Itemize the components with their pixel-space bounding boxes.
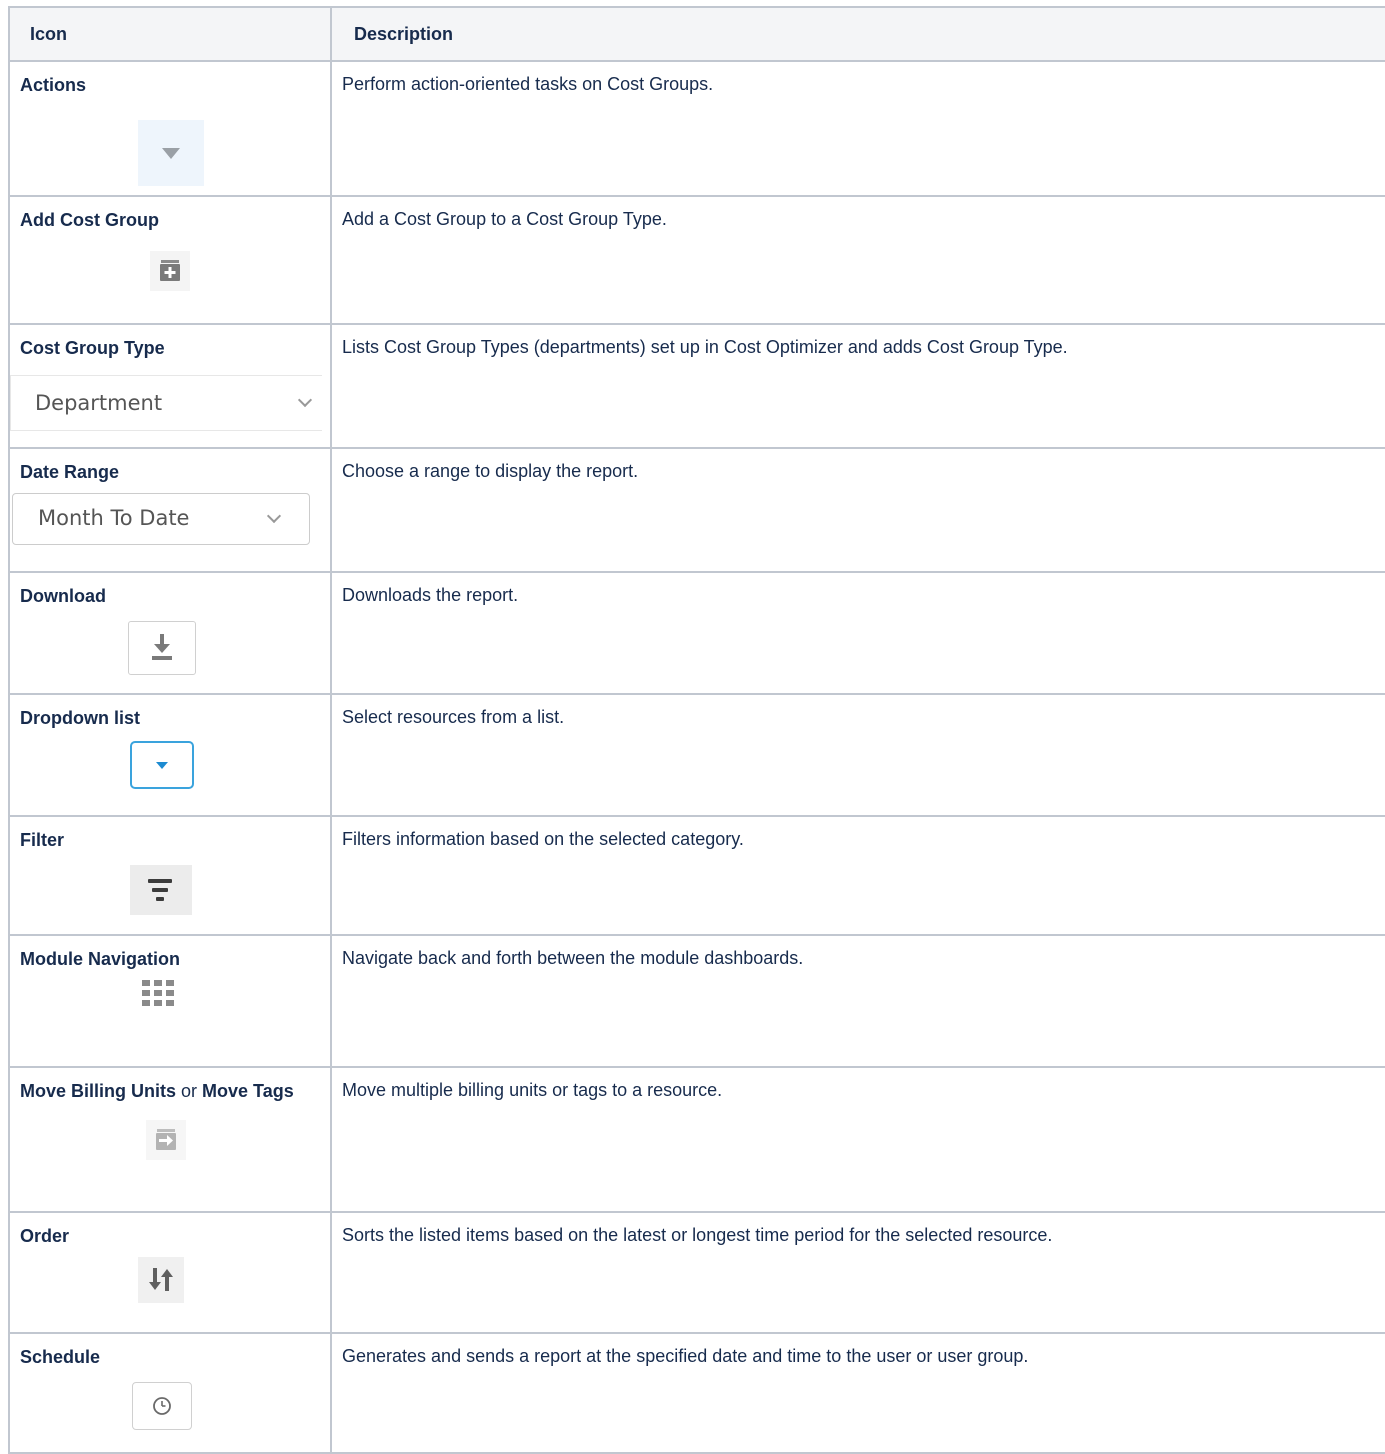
- row-description: Choose a range to display the report.: [330, 447, 1385, 573]
- table-row: Download Downloads the report.: [8, 571, 1385, 695]
- sort-icon[interactable]: [138, 1257, 184, 1303]
- download-icon[interactable]: [128, 621, 196, 675]
- table-row: Cost Group Type Department Lists Cost Gr…: [8, 323, 1385, 449]
- table-row: Dropdown list Select resources from a li…: [8, 693, 1385, 817]
- table-row: Filter Filters information based on the …: [8, 815, 1385, 936]
- row-description: Move multiple billing units or tags to a…: [330, 1066, 1385, 1213]
- table-header-row: Icon Description: [8, 6, 1385, 62]
- label-move-billing-units: Move Billing Units: [20, 1081, 177, 1101]
- dropdown-caret-icon[interactable]: [130, 741, 194, 789]
- row-label-filter: Filter: [20, 830, 65, 850]
- grid-icon[interactable]: [142, 980, 178, 1014]
- row-label-dropdown-list: Dropdown list: [20, 708, 140, 728]
- table-row: Add Cost Group Add a Cost Group to a Cos…: [8, 195, 1385, 325]
- row-label-actions: Actions: [20, 75, 87, 95]
- row-description: Select resources from a list.: [330, 693, 1385, 817]
- cost-group-type-select[interactable]: Department: [10, 375, 322, 431]
- select-value: Department: [35, 391, 163, 415]
- clock-icon[interactable]: [132, 1382, 192, 1430]
- row-label-download: Download: [20, 586, 106, 606]
- date-range-select[interactable]: Month To Date: [12, 493, 310, 545]
- row-description: Add a Cost Group to a Cost Group Type.: [330, 195, 1385, 325]
- table-row: Order Sorts the listed items based on th…: [8, 1211, 1385, 1334]
- actions-caret-icon[interactable]: [138, 120, 204, 186]
- row-description: Downloads the report.: [330, 571, 1385, 695]
- row-label-move: Move Billing Units or Move Tags: [10, 1068, 330, 1102]
- icon-reference-table: Icon Description Actions Perform action-…: [8, 6, 1385, 1454]
- label-or: or: [176, 1081, 203, 1101]
- row-description: Lists Cost Group Types (departments) set…: [330, 323, 1385, 449]
- row-label-add-cost-group: Add Cost Group: [20, 210, 159, 230]
- folder-move-icon[interactable]: [146, 1120, 186, 1160]
- chevron-down-icon: [266, 508, 282, 524]
- row-description: Generates and sends a report at the spec…: [330, 1332, 1385, 1454]
- row-label-order: Order: [20, 1226, 70, 1246]
- row-label-cost-group-type: Cost Group Type: [20, 338, 165, 358]
- row-description: Filters information based on the selecte…: [330, 815, 1385, 936]
- chevron-down-icon: [297, 392, 313, 408]
- row-description: Navigate back and forth between the modu…: [330, 934, 1385, 1068]
- row-label-schedule: Schedule: [20, 1347, 101, 1367]
- table-row: Date Range Month To Date Choose a range …: [8, 447, 1385, 573]
- select-value: Month To Date: [38, 506, 190, 530]
- table-row: Move Billing Units or Move Tags Move mul…: [8, 1066, 1385, 1213]
- icon-column-header: Icon: [8, 6, 332, 62]
- row-label-module-navigation: Module Navigation: [20, 949, 181, 969]
- table-row: Module Navigation Navigate back and fort…: [8, 934, 1385, 1068]
- row-description: Perform action-oriented tasks on Cost Gr…: [330, 60, 1385, 197]
- row-label-date-range: Date Range: [20, 462, 120, 482]
- row-description: Sorts the listed items based on the late…: [330, 1211, 1385, 1334]
- table-row: Actions Perform action-oriented tasks on…: [8, 60, 1385, 197]
- filter-icon[interactable]: [130, 865, 192, 915]
- description-column-header: Description: [330, 6, 1385, 62]
- folder-plus-icon[interactable]: [150, 251, 190, 291]
- label-move-tags: Move Tags: [202, 1081, 294, 1101]
- table-row: Schedule Generates and sends a report at…: [8, 1332, 1385, 1454]
